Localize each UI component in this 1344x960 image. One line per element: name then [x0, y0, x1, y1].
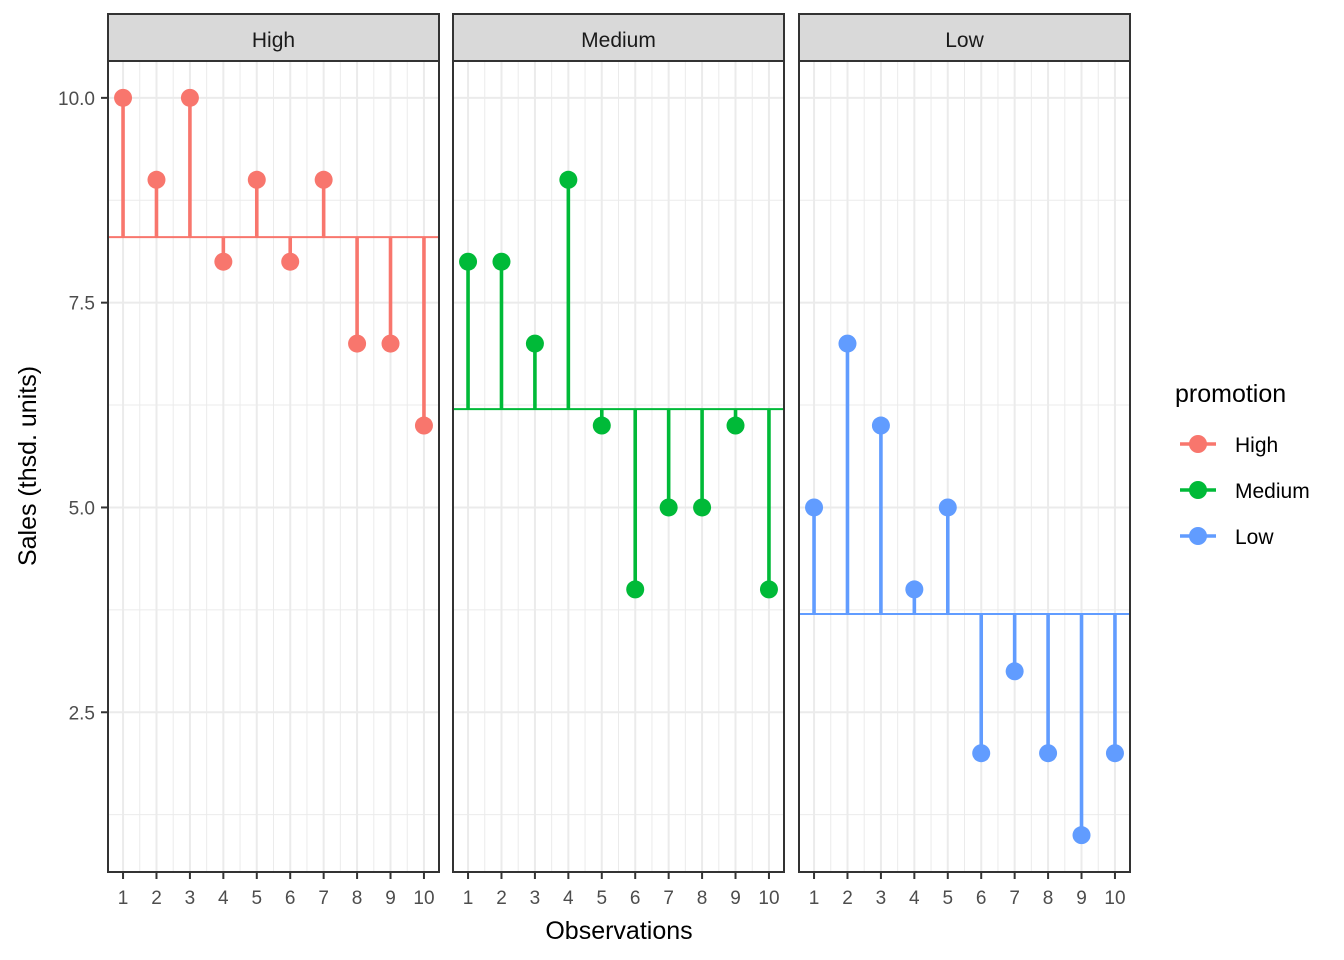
data-point — [938, 498, 957, 517]
x-tick-label: 7 — [1009, 888, 1020, 909]
data-point — [147, 170, 166, 189]
x-tick-label: 8 — [697, 888, 708, 909]
x-tick-label: 3 — [530, 888, 541, 909]
data-point — [381, 334, 400, 353]
x-tick-label: 7 — [318, 888, 329, 909]
data-point — [114, 88, 133, 107]
y-axis-title: Sales (thsd. units) — [14, 366, 42, 566]
facet-strip-label: High — [252, 29, 295, 52]
y-tick-label: 7.5 — [69, 294, 95, 315]
x-tick-label: 2 — [151, 888, 162, 909]
y-tick-label: 2.5 — [69, 703, 95, 724]
data-point — [726, 416, 745, 435]
x-tick-label: 9 — [385, 888, 396, 909]
legend-key-point — [1189, 481, 1207, 499]
legend-key-medium: Medium — [1180, 480, 1310, 503]
x-tick-label: 4 — [218, 888, 229, 909]
data-point — [805, 498, 824, 517]
legend-label: High — [1235, 434, 1278, 457]
data-point — [281, 252, 300, 271]
x-tick-label: 1 — [118, 888, 129, 909]
data-point — [459, 252, 478, 271]
x-tick-label: 1 — [809, 888, 820, 909]
data-point — [592, 416, 611, 435]
legend-label: Medium — [1235, 480, 1310, 503]
data-point — [838, 334, 857, 353]
data-point — [214, 252, 233, 271]
legend: promotion High Medium Low — [1175, 380, 1310, 549]
x-tick-label: 6 — [976, 888, 987, 909]
data-point — [414, 416, 433, 435]
x-tick-label: 6 — [630, 888, 641, 909]
x-tick-label: 2 — [842, 888, 853, 909]
data-point — [626, 580, 645, 599]
legend-key-point — [1189, 435, 1207, 453]
x-tick-label: 3 — [185, 888, 196, 909]
legend-key-low: Low — [1180, 526, 1274, 549]
facet-panel-high: High 1 2 3 4 5 6 7 8 9 10 — [107, 13, 440, 909]
y-tick-label: 5.0 — [69, 498, 95, 519]
y-tick-label: 10.0 — [58, 89, 95, 110]
x-tick-label: 7 — [663, 888, 674, 909]
facet-strip-label: Low — [945, 29, 984, 52]
data-point — [659, 498, 678, 517]
data-point — [492, 252, 511, 271]
legend-key-high: High — [1180, 434, 1278, 457]
data-point — [314, 170, 333, 189]
x-tick-label: 1 — [463, 888, 474, 909]
facet-strip-label: Medium — [581, 29, 656, 52]
y-axis: 2.5 5.0 7.5 10.0 — [58, 89, 108, 724]
data-point — [759, 580, 778, 599]
x-tick-label: 3 — [876, 888, 887, 909]
data-point — [559, 170, 578, 189]
data-point — [1039, 744, 1058, 763]
data-point — [693, 498, 712, 517]
x-tick-label: 10 — [1104, 888, 1125, 909]
x-tick-label: 8 — [352, 888, 363, 909]
data-point — [525, 334, 544, 353]
data-point — [1072, 826, 1091, 845]
x-tick-label: 5 — [251, 888, 262, 909]
facet-panel-medium: Medium 1 2 3 4 5 6 7 8 9 10 — [452, 13, 785, 909]
data-point — [1105, 744, 1124, 763]
data-point — [871, 416, 890, 435]
facet-panel-low: Low 1 2 3 4 5 6 7 8 9 10 — [798, 13, 1131, 909]
x-tick-label: 4 — [563, 888, 574, 909]
data-point — [905, 580, 924, 599]
x-tick-label: 8 — [1043, 888, 1054, 909]
faceted-lollipop-chart: High 1 2 3 4 5 6 7 8 9 10 Medium 1 2 3 4 5 6 7 8 9 10 Low 1 2 3 4 5… — [14, 13, 1310, 945]
x-tick-label: 9 — [730, 888, 741, 909]
legend-label: Low — [1235, 526, 1274, 549]
data-point — [247, 170, 266, 189]
data-point — [180, 88, 199, 107]
data-point — [1005, 662, 1024, 681]
x-tick-label: 2 — [496, 888, 507, 909]
data-point — [972, 744, 991, 763]
panels: High 1 2 3 4 5 6 7 8 9 10 Medium 1 2 3 4 5 6 7 8 9 10 Low 1 2 3 4 5… — [107, 13, 1131, 909]
x-tick-label: 5 — [942, 888, 953, 909]
legend-title: promotion — [1175, 380, 1286, 408]
x-tick-label: 10 — [758, 888, 779, 909]
x-tick-label: 5 — [596, 888, 607, 909]
legend-key-point — [1189, 527, 1207, 545]
x-axis-title: Observations — [545, 917, 692, 945]
x-tick-label: 6 — [285, 888, 296, 909]
x-tick-label: 9 — [1076, 888, 1087, 909]
data-point — [348, 334, 367, 353]
x-tick-label: 10 — [413, 888, 434, 909]
x-tick-label: 4 — [909, 888, 920, 909]
